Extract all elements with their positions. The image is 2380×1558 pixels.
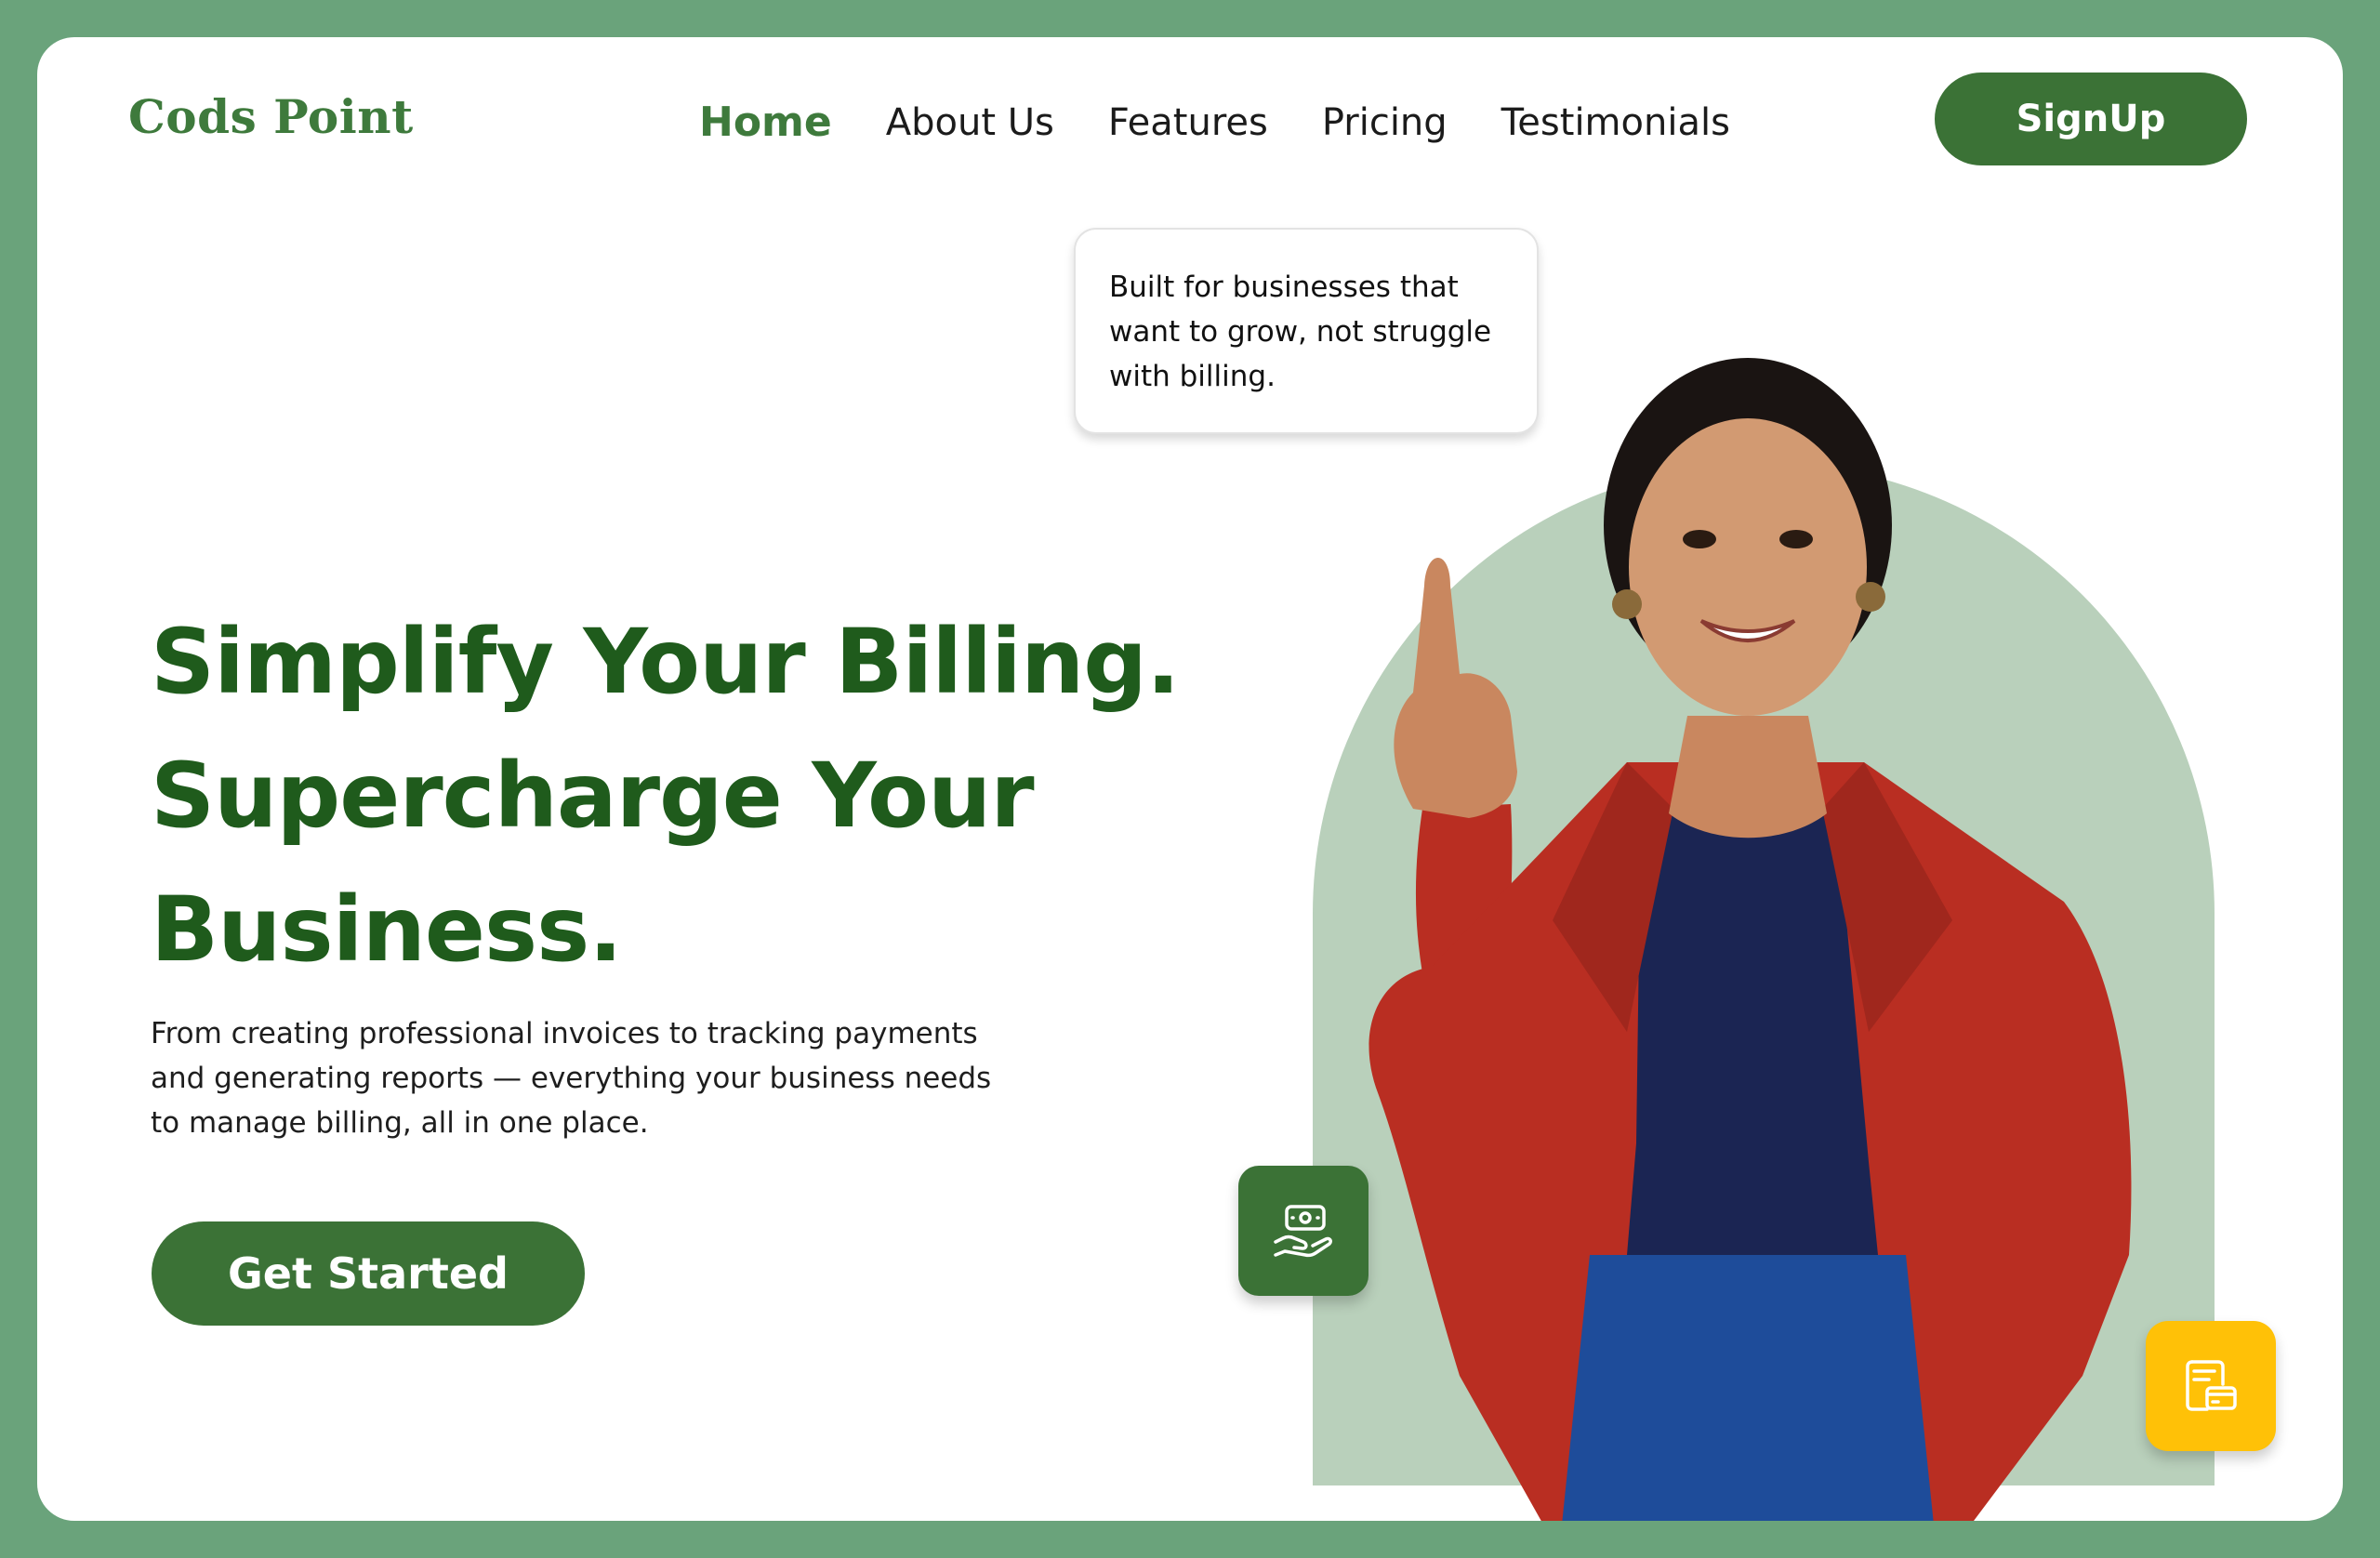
invoice-card-icon: [2186, 1360, 2237, 1411]
hero-headline: Simplify Your Billing. Supercharge Your …: [151, 595, 1180, 997]
hero-subtext: From creating professional invoices to t…: [151, 1017, 992, 1140]
quote-card: Built for businesses that want to grow, …: [1074, 228, 1539, 434]
signup-button[interactable]: SignUp: [1935, 73, 2247, 165]
money-tile[interactable]: [1238, 1166, 1368, 1296]
money-hand-icon: [1274, 1205, 1332, 1258]
get-started-button[interactable]: Get Started: [152, 1221, 585, 1326]
nav-item-features[interactable]: Features: [1108, 101, 1268, 144]
main-nav: Home About Us Features Pricing Testimoni…: [699, 99, 1784, 146]
nav-item-pricing[interactable]: Pricing: [1322, 101, 1448, 144]
headline-line-3: Business.: [151, 878, 623, 982]
headline-line-2: Supercharge Your: [151, 744, 1035, 848]
hero-person-illustration: [1368, 358, 2132, 1521]
brand-logo[interactable]: Cods Point: [128, 89, 414, 144]
nav-item-home[interactable]: Home: [699, 99, 832, 146]
nav-item-testimonials[interactable]: Testimonials: [1501, 101, 1730, 144]
page-frame: Cods Point Home About Us Features Pricin…: [37, 37, 2343, 1521]
invoice-tile[interactable]: [2146, 1321, 2276, 1451]
headline-line-1: Simplify Your Billing.: [151, 610, 1180, 714]
nav-item-about-us[interactable]: About Us: [886, 101, 1054, 144]
